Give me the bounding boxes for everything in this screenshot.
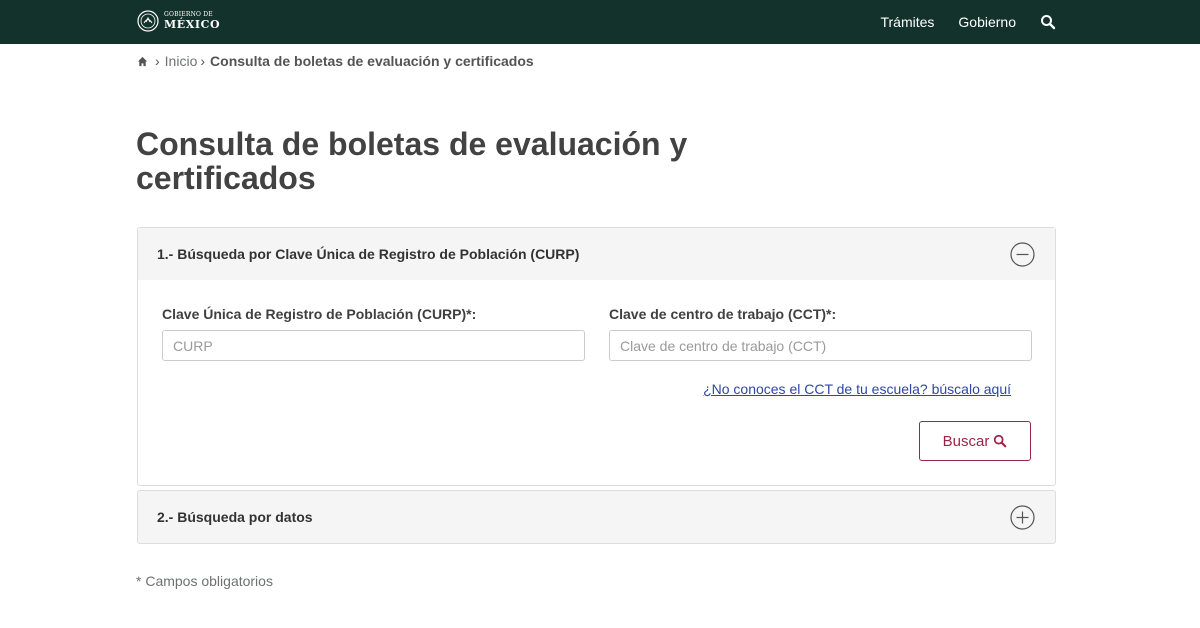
minus-circle-icon[interactable] bbox=[1010, 242, 1035, 267]
required-fields-note: * Campos obligatorios bbox=[136, 573, 273, 589]
nav-link-gobierno[interactable]: Gobierno bbox=[958, 14, 1016, 30]
data-panel-title: 2.- Búsqueda por datos bbox=[157, 509, 313, 525]
logo-text-line2: MÉXICO bbox=[164, 18, 221, 31]
cct-input[interactable] bbox=[609, 330, 1032, 361]
breadcrumb-current: Consulta de boletas de evaluación y cert… bbox=[210, 53, 534, 69]
home-icon[interactable] bbox=[137, 56, 148, 67]
search-icon[interactable] bbox=[1040, 14, 1056, 30]
coat-of-arms-icon bbox=[137, 10, 159, 32]
nav-link-tramites[interactable]: Trámites bbox=[880, 14, 934, 30]
breadcrumb-separator: › bbox=[155, 53, 160, 69]
data-search-panel[interactable]: 2.- Búsqueda por datos bbox=[137, 490, 1056, 544]
breadcrumb-link-inicio[interactable]: Inicio bbox=[165, 53, 198, 69]
breadcrumb: › Inicio › Consulta de boletas de evalua… bbox=[137, 52, 534, 70]
buscar-button[interactable]: Buscar bbox=[919, 421, 1031, 461]
cct-help-link[interactable]: ¿No conoces el CCT de tu escuela? búscal… bbox=[703, 381, 1011, 397]
curp-search-panel: 1.- Búsqueda por Clave Única de Registro… bbox=[137, 227, 1056, 486]
curp-field-label: Clave Única de Registro de Población (CU… bbox=[162, 306, 477, 322]
curp-input[interactable] bbox=[162, 330, 585, 361]
search-icon bbox=[994, 434, 1007, 448]
buscar-button-label: Buscar bbox=[942, 432, 990, 450]
main-nav: Trámites Gobierno bbox=[856, 0, 1056, 44]
curp-panel-header[interactable]: 1.- Búsqueda por Clave Única de Registro… bbox=[138, 228, 1055, 280]
plus-circle-icon[interactable] bbox=[1010, 505, 1035, 530]
page-title: Consulta de boletas de evaluación y cert… bbox=[136, 126, 688, 196]
breadcrumb-separator: › bbox=[200, 53, 206, 69]
gobierno-de-mexico-logo[interactable]: GOBIERNO DE MÉXICO bbox=[137, 9, 220, 33]
curp-panel-title: 1.- Búsqueda por Clave Única de Registro… bbox=[157, 246, 580, 262]
cct-field-label: Clave de centro de trabajo (CCT)*: bbox=[609, 306, 837, 322]
top-navbar: GOBIERNO DE MÉXICO Trámites Gobierno bbox=[0, 0, 1200, 44]
